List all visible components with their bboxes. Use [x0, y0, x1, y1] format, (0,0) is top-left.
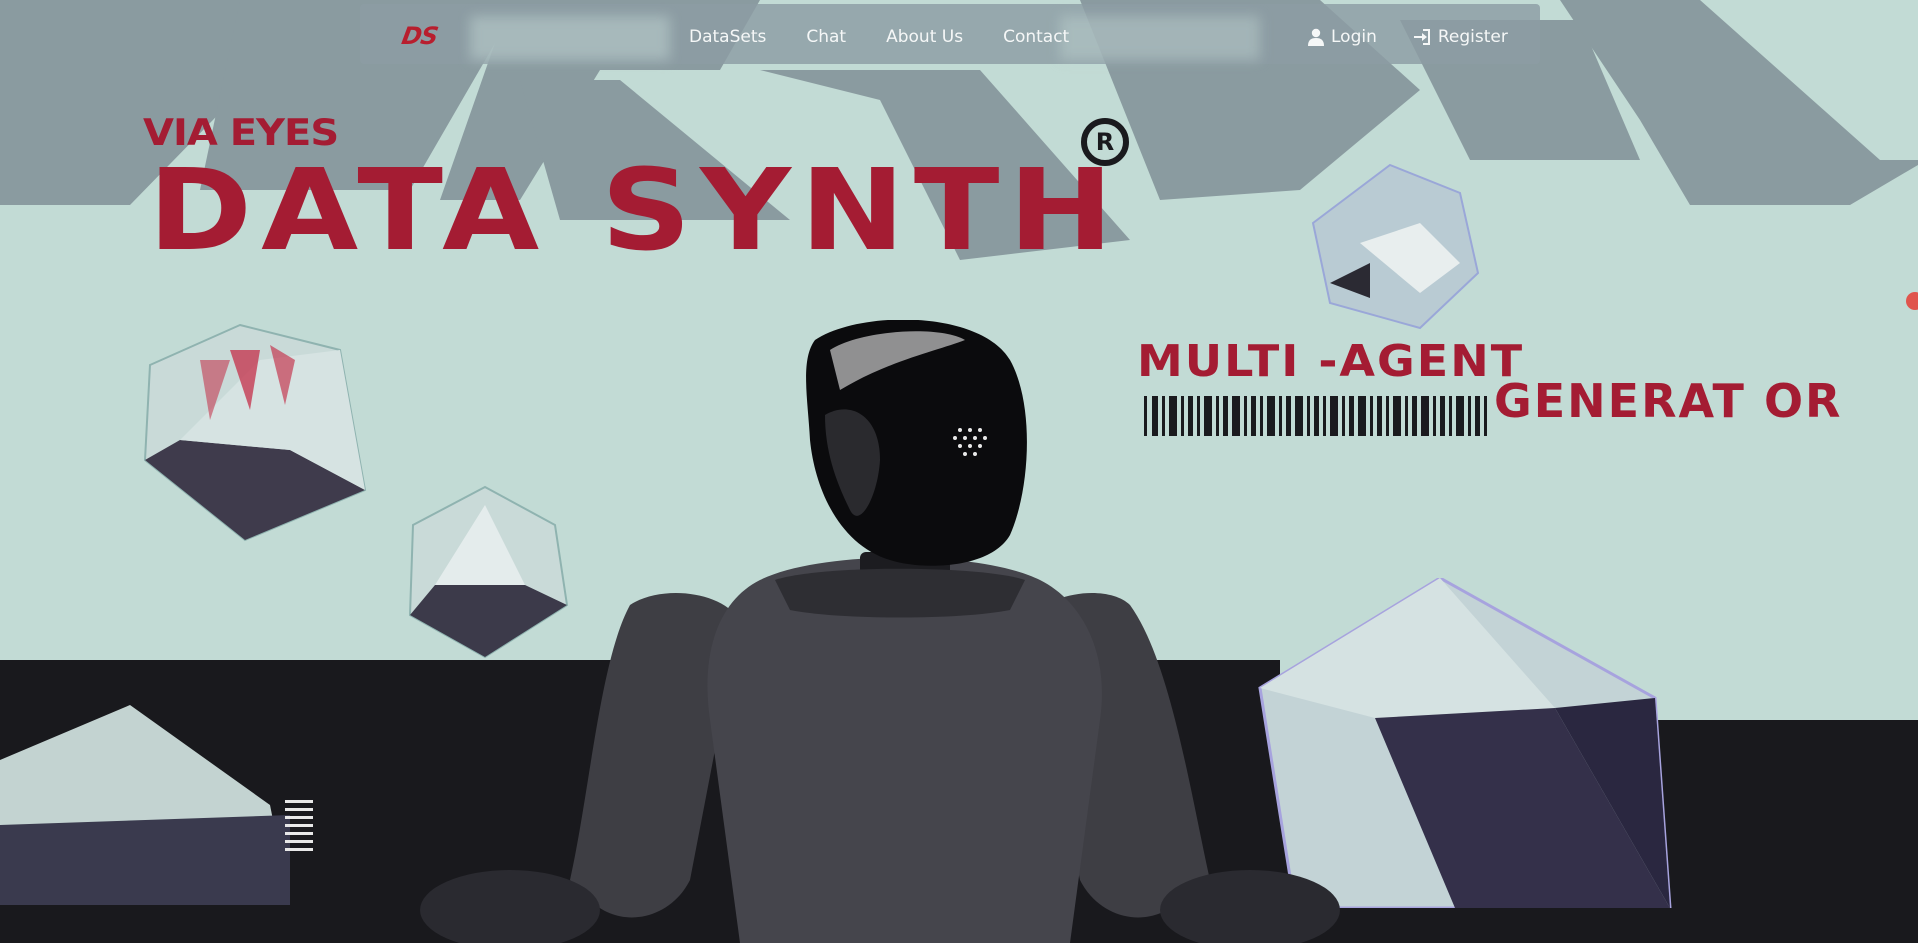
- crystal-top-right: [1311, 163, 1480, 330]
- nav-link-chat[interactable]: Chat: [806, 27, 846, 47]
- navbar-blur-left: [470, 16, 670, 60]
- crystal-left-large: [143, 323, 367, 542]
- nav-link-about-us[interactable]: About Us: [886, 27, 963, 47]
- nav-links: DataSets Chat About Us Contact: [689, 27, 1109, 47]
- hero-page: R DS DataSets Chat About Us Contact Logi…: [0, 0, 1918, 943]
- register-label: Register: [1437, 27, 1508, 47]
- sign-in-icon: [1413, 29, 1430, 45]
- nav-link-datasets[interactable]: DataSets: [689, 27, 766, 47]
- nav-auth: Login Register: [1308, 27, 1544, 47]
- nav-link-contact[interactable]: Contact: [1003, 27, 1069, 47]
- hero-title: DATA SYNTH: [148, 146, 1123, 276]
- brand-logo[interactable]: DS: [400, 22, 440, 50]
- user-icon: [1308, 28, 1324, 46]
- crystal-bottom-left: [0, 705, 313, 905]
- barcode-graphic: [1144, 396, 1487, 436]
- scroll-indicator-dot[interactable]: [1906, 292, 1918, 310]
- tagline-line1: MULTI -AGENT: [1137, 335, 1525, 387]
- login-label: Login: [1331, 27, 1377, 47]
- login-button[interactable]: Login: [1308, 27, 1377, 47]
- register-button[interactable]: Register: [1413, 27, 1508, 47]
- tagline-line2: GENERAT OR: [1494, 374, 1843, 428]
